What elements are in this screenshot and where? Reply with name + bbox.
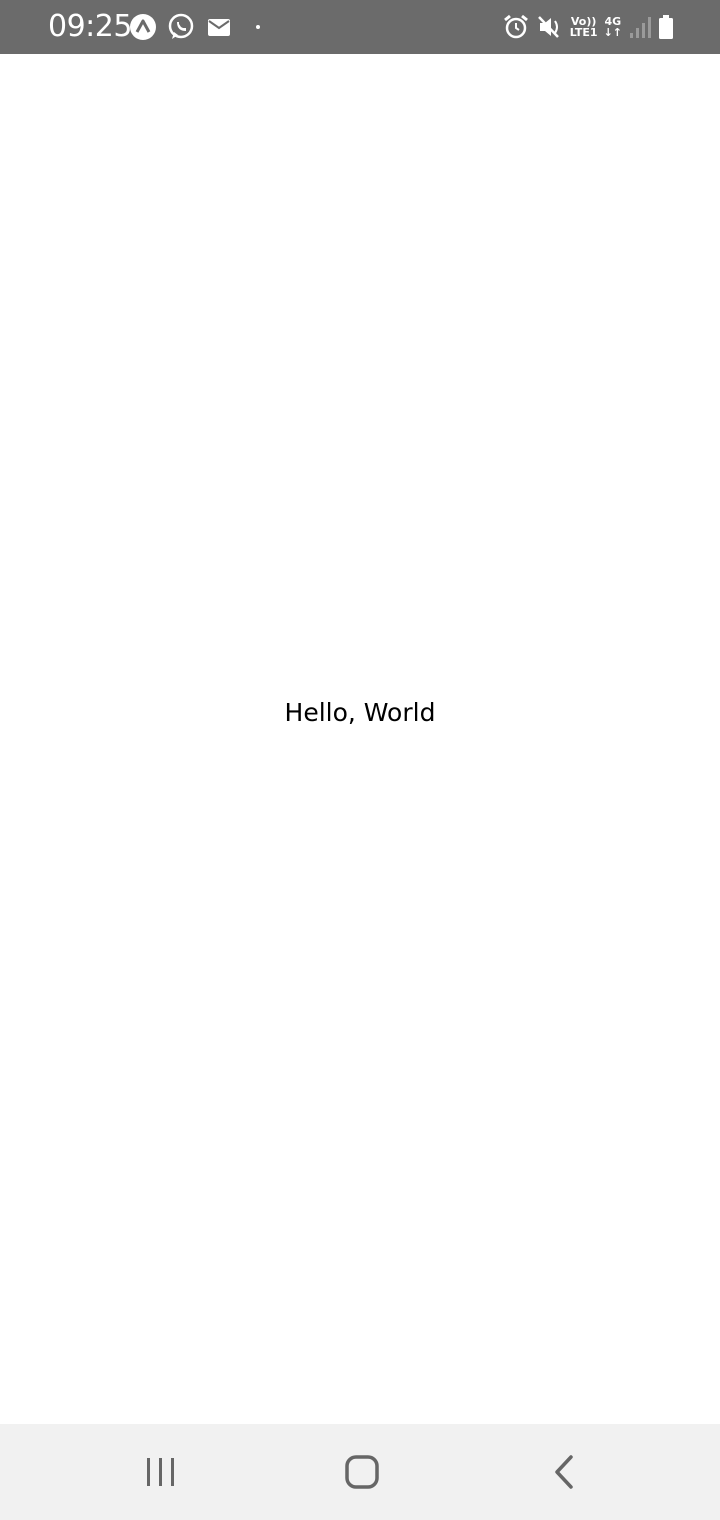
volte-bottom-label: LTE1: [569, 26, 598, 39]
status-time: 09:25: [48, 9, 132, 44]
mail-icon: [204, 12, 234, 42]
4g-icon: 4G ↓↑: [604, 16, 622, 38]
hello-text: Hello, World: [284, 698, 436, 727]
app-notification-icon: [128, 12, 158, 42]
signal-icon: [628, 14, 652, 40]
notification-icons: [128, 11, 262, 43]
navigation-bar: [0, 1424, 720, 1520]
whatsapp-icon: [166, 12, 196, 42]
back-button[interactable]: [534, 1452, 594, 1492]
battery-icon: [658, 14, 674, 40]
mute-icon: [536, 13, 564, 41]
more-notifications-dot-icon: [254, 23, 262, 31]
recent-apps-icon: [145, 1456, 177, 1488]
back-icon: [552, 1455, 576, 1489]
system-icons: Vo)) LTE1 4G ↓↑: [502, 11, 674, 43]
home-icon: [344, 1454, 380, 1490]
alarm-icon: [502, 13, 530, 41]
app-content: Hello, World: [0, 54, 720, 1424]
volte-icon: Vo)) LTE1: [570, 16, 598, 38]
network-arrows-label: ↓↑: [603, 26, 622, 39]
recent-apps-button[interactable]: [131, 1452, 191, 1492]
status-bar: 09:25 Vo)) LTE1 4G ↓↑: [0, 0, 720, 54]
home-button[interactable]: [332, 1452, 392, 1492]
